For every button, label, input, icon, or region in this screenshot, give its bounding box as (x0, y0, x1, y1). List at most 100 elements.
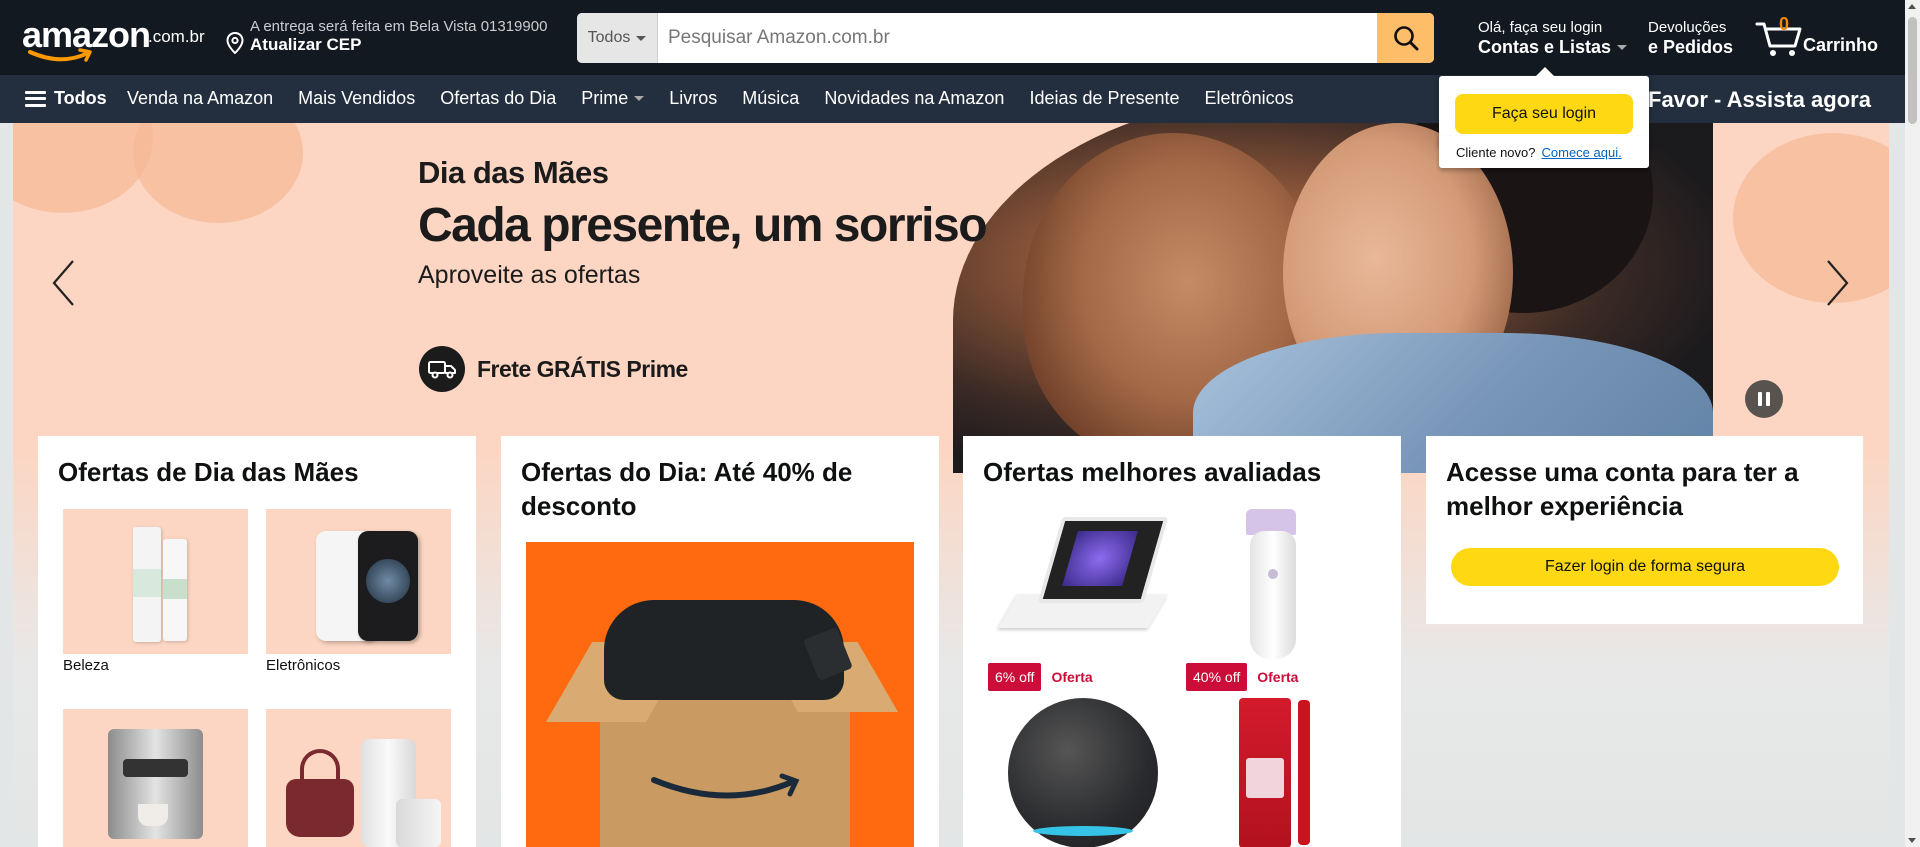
cart-count: 0 (1779, 14, 1790, 34)
tablet-image (988, 509, 1173, 659)
whitening-pen-image (1186, 698, 1371, 847)
all-categories-label: Todos (54, 88, 107, 108)
hero-kicker: Dia das Mães (418, 155, 609, 190)
category-tile-home[interactable] (63, 709, 248, 847)
nav-item-todays-deals[interactable]: Ofertas do Dia (440, 88, 556, 109)
logo-tld: .com.br (148, 27, 205, 46)
cart-label: Carrinho (1803, 35, 1879, 55)
new-customer-text: Cliente novo? (1456, 145, 1536, 160)
scroll-up-arrow-icon[interactable] (1908, 4, 1916, 9)
top-header: amazon .com.br A entrega será feita em B… (0, 0, 1905, 75)
deal-badges: 6% off Oferta (988, 663, 1173, 691)
caret-down-icon (636, 35, 647, 41)
scrollbar-thumb[interactable] (1908, 17, 1917, 124)
nav-item-gift-ideas[interactable]: Ideias de Presente (1029, 88, 1179, 109)
smart-speaker-image (988, 698, 1173, 847)
carousel-pause-button[interactable] (1745, 380, 1783, 418)
account-lists-label: Contas e Listas (1478, 37, 1612, 57)
nav-links: Venda na Amazon Mais Vendidos Ofertas do… (127, 88, 1319, 109)
nav-item-prime-label: Prime (581, 88, 629, 108)
delivery-truck-icon (419, 346, 465, 392)
hero-photo-mother-daughter (953, 123, 1713, 473)
tile-caption: Beleza (63, 657, 109, 674)
nav-promo-link[interactable]: Favor - Assista agora (1648, 87, 1871, 113)
product-shaver[interactable]: 40% off Oferta (1186, 509, 1371, 691)
card-title: Ofertas do Dia: Até 40% de desconto (521, 457, 853, 521)
delivery-address-text: A entrega será feita em Bela Vista 01319… (250, 18, 548, 35)
tile-caption: Eletrônicos (266, 657, 341, 674)
discount-badge: 6% off (988, 663, 1042, 691)
delivery-location[interactable]: A entrega será feita em Bela Vista 01319… (226, 18, 556, 60)
returns-label: Devoluções (1648, 19, 1727, 36)
orders-label: e Pedidos (1648, 37, 1734, 57)
hero-subtitle: Aproveite as ofertas (418, 261, 641, 289)
nav-item-sell[interactable]: Venda na Amazon (127, 88, 273, 109)
flyout-new-customer: Cliente novo? Comece aqui. (1439, 136, 1649, 168)
carousel-prev-button[interactable] (43, 253, 83, 313)
free-shipping-badge: Frete GRÁTIS Prime (419, 346, 688, 392)
chevron-left-icon (52, 260, 74, 306)
flyout-signin-button[interactable]: Faça seu login (1455, 94, 1633, 134)
card-top-rated-deals: Ofertas melhores avaliadas 6% off Oferta… (963, 436, 1401, 847)
nav-item-new-releases[interactable]: Novidades na Amazon (824, 88, 1004, 109)
search-input[interactable] (658, 13, 1378, 63)
deal-label: Oferta (1051, 669, 1093, 685)
update-cep-link[interactable]: Atualizar CEP (250, 35, 361, 55)
caret-down-icon (634, 96, 645, 101)
beauty-product-image (63, 509, 248, 654)
card-title: Ofertas de Dia das Mães (58, 457, 359, 487)
location-pin-icon (226, 32, 244, 54)
product-tablet[interactable]: 6% off Oferta (988, 509, 1173, 691)
card-title: Ofertas melhores avaliadas (983, 457, 1322, 487)
card-title: Acesse uma conta para ter a melhor exper… (1446, 457, 1799, 521)
start-here-link[interactable]: Comece aqui. (1542, 145, 1622, 160)
pause-icon (1758, 392, 1762, 406)
nav-item-music[interactable]: Música (742, 88, 799, 109)
espresso-machine-image (63, 709, 248, 847)
flyout-arrow (1535, 67, 1555, 77)
search-bar: Todos (577, 13, 1434, 63)
card-daily-deals[interactable]: Ofertas do Dia: Até 40% de desconto (501, 436, 939, 847)
product-whitening-pen[interactable] (1186, 698, 1371, 847)
decorative-petal (13, 123, 153, 213)
deal-label: Oferta (1257, 669, 1299, 685)
amazon-logo[interactable]: amazon .com.br (20, 14, 210, 64)
search-button[interactable] (1377, 13, 1434, 63)
search-category-select[interactable]: Todos (577, 13, 658, 63)
account-lists-menu[interactable]: Olá, faça seu login Contas e Listas (1478, 19, 1628, 59)
deal-badges: 40% off Oferta (1186, 663, 1371, 691)
all-categories-menu[interactable]: Todos (25, 88, 107, 109)
card-mothers-day-deals: Ofertas de Dia das Mães Beleza Eletrônic… (38, 436, 476, 847)
carousel-next-button[interactable] (1818, 253, 1858, 313)
search-icon (1393, 26, 1418, 51)
returns-orders-link[interactable]: Devoluções e Pedidos (1648, 19, 1738, 59)
nav-item-books[interactable]: Livros (669, 88, 717, 109)
decorative-petal (133, 123, 303, 223)
decorative-petal (1733, 133, 1889, 303)
category-tile-beauty[interactable]: Beleza (63, 509, 248, 674)
cart-link[interactable]: 0 Carrinho (1755, 14, 1895, 62)
hero-headline: Cada presente, um sorriso (418, 199, 988, 252)
menu-icon (25, 90, 46, 107)
discount-badge: 40% off (1186, 663, 1248, 691)
category-tile-electronics[interactable]: Eletrônicos (266, 509, 451, 674)
category-tile-fashion[interactable] (266, 709, 451, 847)
handbag-luggage-image (266, 709, 451, 847)
search-category-label: Todos (587, 29, 631, 46)
daily-deals-image (526, 542, 914, 847)
card-sign-in: Acesse uma conta para ter a melhor exper… (1426, 436, 1863, 624)
product-smart-speaker[interactable] (988, 698, 1173, 847)
nav-item-best-sellers[interactable]: Mais Vendidos (298, 88, 415, 109)
shaver-image (1186, 509, 1371, 659)
account-greeting: Olá, faça seu login (1478, 19, 1603, 36)
chevron-right-icon (1827, 260, 1849, 306)
phone-product-image (266, 509, 451, 654)
free-shipping-text: Frete GRÁTIS Prime (477, 355, 688, 382)
caret-down-icon (1617, 45, 1628, 50)
smile-arrow-icon (28, 48, 92, 62)
scroll-down-arrow-icon[interactable] (1908, 838, 1916, 843)
nav-item-electronics[interactable]: Eletrônicos (1205, 88, 1294, 109)
page-scrollbar[interactable] (1905, 0, 1920, 847)
secure-login-button[interactable]: Fazer login de forma segura (1451, 548, 1839, 586)
nav-item-prime[interactable]: Prime (581, 88, 645, 109)
